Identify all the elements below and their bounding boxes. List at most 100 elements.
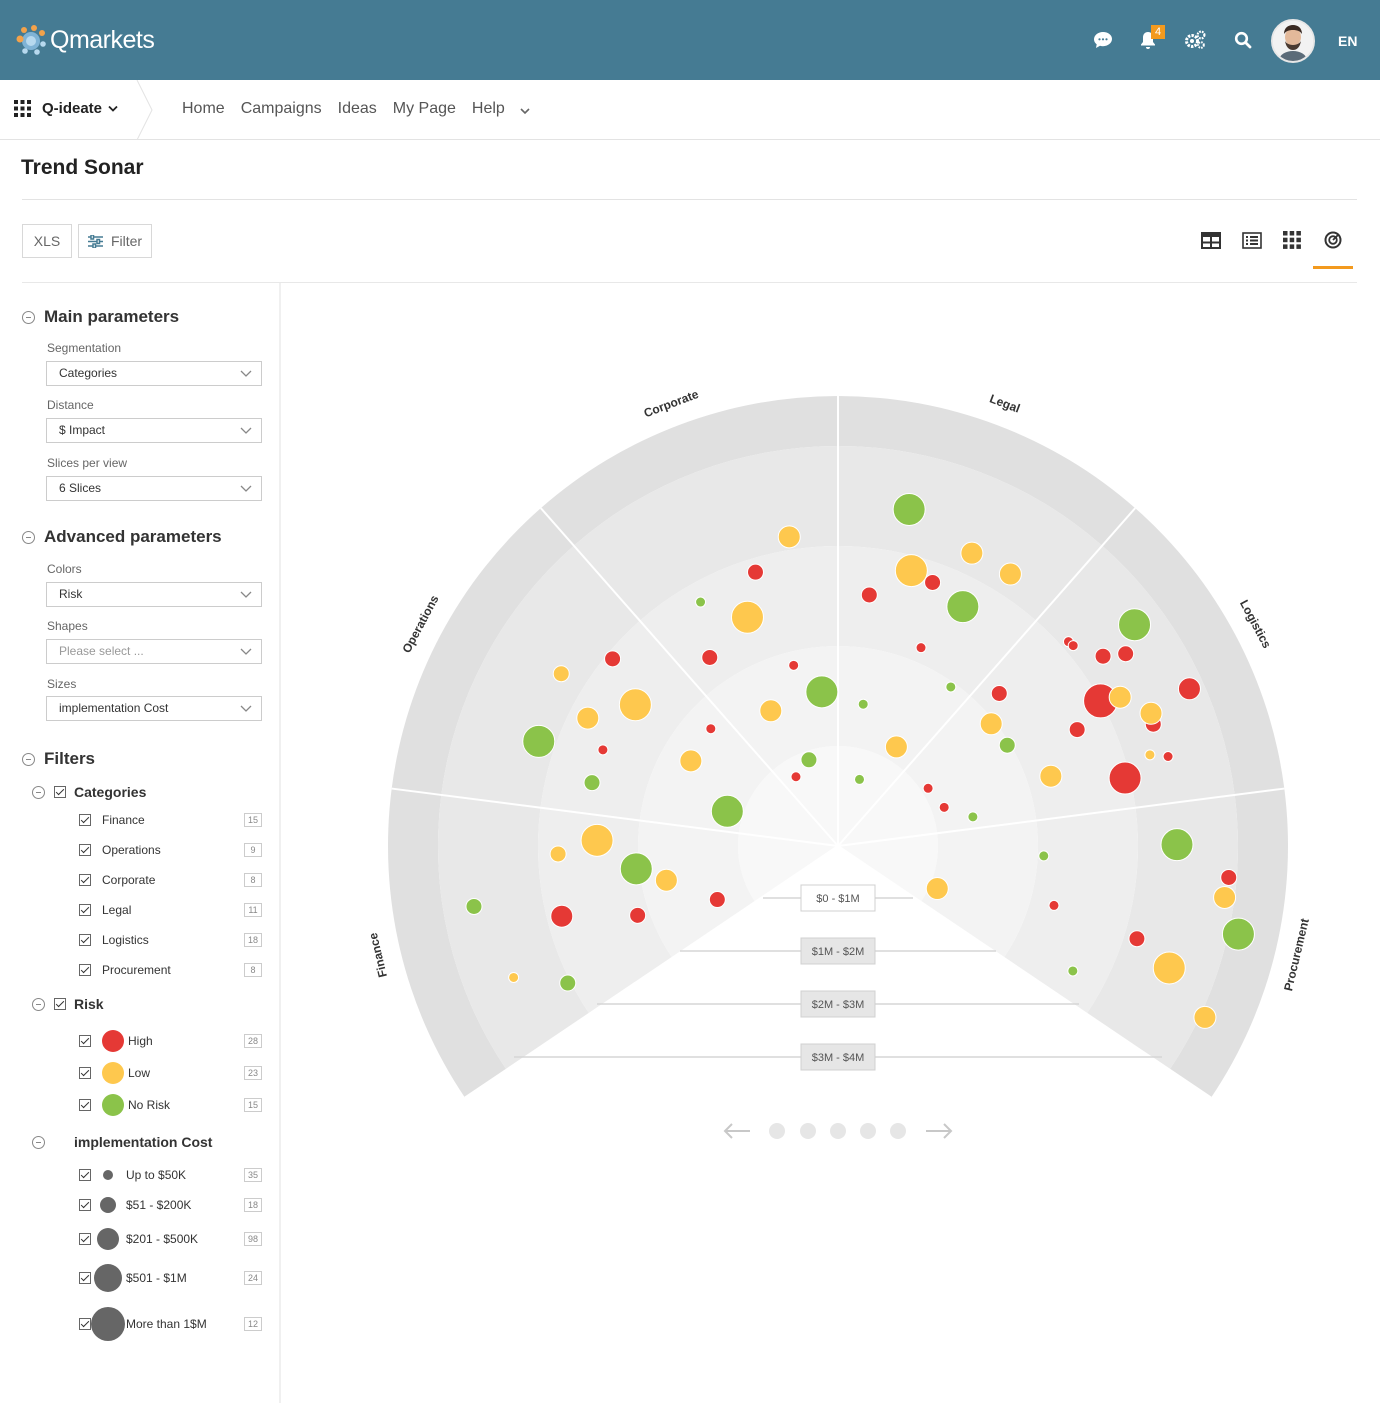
idea-point <box>654 868 678 892</box>
pager-dot[interactable] <box>860 1123 876 1139</box>
nav-link-ideas[interactable]: Ideas <box>338 100 377 118</box>
arrow-left-icon[interactable] <box>722 1120 752 1142</box>
chevron-down-icon <box>240 427 252 434</box>
checkbox[interactable] <box>79 964 91 976</box>
filter-item-cost-2[interactable]: $51 - $200K 18 <box>79 1195 262 1215</box>
collapse-icon[interactable] <box>32 785 45 799</box>
checkbox[interactable] <box>79 1035 91 1047</box>
collapse-icon[interactable] <box>22 310 35 324</box>
collapse-icon[interactable] <box>32 997 45 1011</box>
nav-more-chevron-icon[interactable] <box>519 102 531 120</box>
idea-point <box>854 773 866 785</box>
filter-item-procurement[interactable]: Procurement 8 <box>79 960 262 980</box>
table-view-icon[interactable] <box>1200 229 1222 251</box>
filter-item-cost-4[interactable]: $501 - $1M 24 <box>79 1264 262 1292</box>
checkbox[interactable] <box>79 844 91 856</box>
filter-button-label: Filter <box>110 233 143 249</box>
filter-label: Up to $50K <box>126 1168 187 1182</box>
idea-point <box>938 801 950 813</box>
filter-item-cost-3[interactable]: $201 - $500K 98 <box>79 1228 262 1250</box>
filter-item-operations[interactable]: Operations 9 <box>79 840 262 860</box>
filter-label: High <box>128 1034 153 1048</box>
checkbox[interactable] <box>79 1272 91 1284</box>
filter-item-no-risk[interactable]: No Risk 15 <box>79 1094 262 1116</box>
checkbox[interactable] <box>79 1099 91 1111</box>
categories-filter-header: Categories <box>32 784 146 800</box>
select-value: implementation Cost <box>59 701 169 715</box>
idea-point <box>960 541 984 565</box>
settings-gears-icon[interactable] <box>1183 28 1207 52</box>
filters-header[interactable]: Filters <box>22 749 95 769</box>
idea-point <box>1144 749 1156 761</box>
filter-button[interactable]: Filter <box>78 224 152 258</box>
nav-link-home[interactable]: Home <box>182 100 225 118</box>
language-switch[interactable]: EN <box>1338 33 1357 49</box>
chat-icon[interactable] <box>1091 28 1115 52</box>
main-parameters-header[interactable]: Main parameters <box>22 307 179 327</box>
filter-item-high-risk[interactable]: High 28 <box>79 1030 262 1052</box>
arrow-right-icon[interactable] <box>924 1120 954 1142</box>
idea-point <box>695 596 707 608</box>
nav-link-campaigns[interactable]: Campaigns <box>241 100 322 118</box>
checkbox[interactable] <box>79 1318 91 1330</box>
xls-export-button[interactable]: XLS <box>22 224 72 258</box>
nav-link-my-page[interactable]: My Page <box>393 100 456 118</box>
search-icon[interactable] <box>1231 28 1255 52</box>
ring-label: $1M - $2M <box>812 946 865 958</box>
checkbox[interactable] <box>79 814 91 826</box>
sizes-label: Sizes <box>47 677 77 691</box>
pager-dot[interactable] <box>890 1123 906 1139</box>
filter-item-cost-5[interactable]: More than 1$M 12 <box>79 1307 262 1341</box>
nav-bar: Q-ideate Home Campaigns Ideas My Page He… <box>0 80 1380 140</box>
size-dot <box>97 1228 119 1250</box>
pager-dot[interactable] <box>800 1123 816 1139</box>
qmarkets-logo[interactable]: Qmarkets <box>14 22 155 58</box>
idea-point <box>1213 885 1237 909</box>
nav-divider <box>136 80 153 140</box>
checkbox[interactable] <box>79 1199 91 1211</box>
pager-dot[interactable] <box>830 1123 846 1139</box>
user-avatar[interactable] <box>1271 19 1315 63</box>
list-view-icon[interactable] <box>1241 229 1263 251</box>
checkbox[interactable] <box>79 874 91 886</box>
idea-point <box>805 675 839 709</box>
filter-item-low-risk[interactable]: Low 23 <box>79 1062 262 1084</box>
collapse-icon[interactable] <box>22 752 35 766</box>
filter-item-legal[interactable]: Legal 11 <box>79 900 262 920</box>
count-badge: 23 <box>244 1066 262 1080</box>
filter-label: $201 - $500K <box>126 1232 199 1246</box>
idea-point <box>759 699 783 723</box>
idea-point <box>701 648 719 666</box>
legend-dot-high <box>102 1030 124 1052</box>
filter-item-logistics[interactable]: Logistics 18 <box>79 930 262 950</box>
risk-checkbox[interactable] <box>54 998 66 1010</box>
radar-view-icon[interactable] <box>1322 229 1344 251</box>
checkbox[interactable] <box>79 904 91 916</box>
idea-point <box>619 852 653 886</box>
nav-link-help[interactable]: Help <box>472 100 505 118</box>
pager-dot[interactable] <box>769 1123 785 1139</box>
grid-view-icon[interactable] <box>1281 229 1303 251</box>
slices-select[interactable]: 6 Slices <box>46 476 262 501</box>
checkbox[interactable] <box>79 1067 91 1079</box>
colors-select[interactable]: Risk <box>46 582 262 607</box>
checkbox[interactable] <box>79 1233 91 1245</box>
checkbox[interactable] <box>79 934 91 946</box>
segmentation-select[interactable]: Categories <box>46 361 262 386</box>
shapes-select[interactable]: Please select ... <box>46 639 262 664</box>
advanced-parameters-header[interactable]: Advanced parameters <box>22 527 222 547</box>
idea-point <box>946 590 980 624</box>
checkbox[interactable] <box>79 1169 91 1181</box>
collapse-icon[interactable] <box>32 1135 45 1149</box>
categories-checkbox[interactable] <box>54 786 66 798</box>
filter-item-cost-1[interactable]: Up to $50K 35 <box>79 1165 262 1185</box>
collapse-icon[interactable] <box>22 530 35 544</box>
idea-point <box>945 681 957 693</box>
sizes-select[interactable]: implementation Cost <box>46 696 262 721</box>
distance-select[interactable]: $ Impact <box>46 418 262 443</box>
filter-item-corporate[interactable]: Corporate 8 <box>79 870 262 890</box>
size-legend <box>91 1170 125 1180</box>
filter-item-finance[interactable]: Finance 15 <box>79 810 262 830</box>
app-switcher[interactable]: Q-ideate <box>14 100 118 117</box>
idea-point <box>465 897 483 915</box>
